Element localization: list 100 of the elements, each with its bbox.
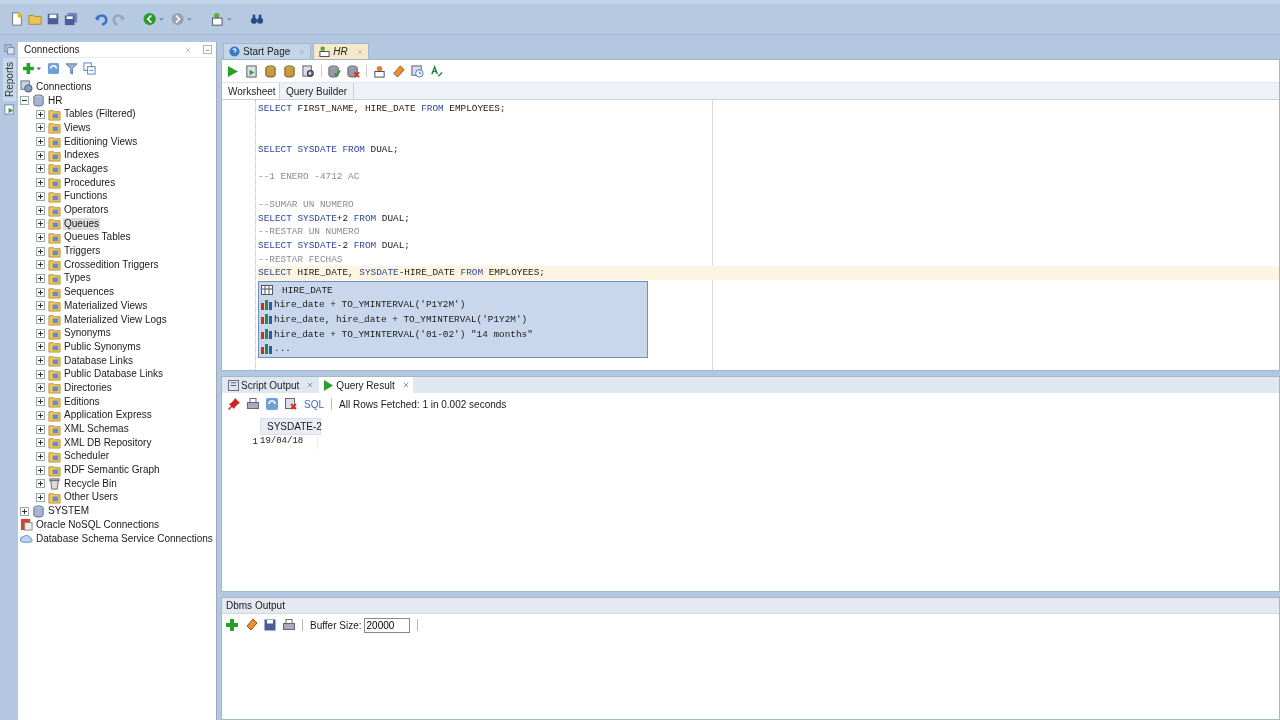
expand-toggle[interactable] bbox=[36, 150, 45, 160]
expand-toggle[interactable] bbox=[36, 356, 45, 366]
tree-item[interactable]: HR bbox=[47, 94, 64, 107]
tree-item[interactable]: Scheduler bbox=[63, 450, 111, 463]
cancel-icon[interactable] bbox=[285, 398, 297, 410]
back-icon[interactable] bbox=[142, 12, 166, 26]
add-icon[interactable] bbox=[22, 61, 42, 75]
explain-plan-icon[interactable] bbox=[302, 64, 315, 78]
completion-item[interactable]: hire_date + TO_YMINTERVAL('01-02') "14 months" bbox=[274, 327, 533, 341]
expand-toggle[interactable] bbox=[36, 191, 45, 201]
panel-icon[interactable] bbox=[3, 44, 15, 55]
reports-tab[interactable]: Reports bbox=[2, 58, 16, 101]
print-icon[interactable] bbox=[247, 398, 259, 410]
tree-item[interactable]: XML Schemas bbox=[63, 423, 130, 436]
eraser-icon[interactable] bbox=[392, 64, 405, 78]
expand-toggle[interactable] bbox=[36, 260, 45, 270]
expand-toggle[interactable] bbox=[36, 219, 45, 229]
tree-item[interactable]: Public Synonyms bbox=[63, 340, 142, 353]
tree-item[interactable]: Indexes bbox=[63, 149, 101, 162]
expand-toggle[interactable] bbox=[36, 232, 45, 242]
new-file-icon[interactable] bbox=[10, 12, 24, 26]
tree-item[interactable]: Editioning Views bbox=[63, 135, 139, 148]
tree-item[interactable]: Materialized View Logs bbox=[63, 313, 168, 326]
expand-toggle[interactable] bbox=[36, 383, 45, 393]
sql-button[interactable]: SQL bbox=[304, 398, 324, 410]
undo-icon[interactable] bbox=[94, 12, 108, 26]
expand-toggle[interactable] bbox=[36, 451, 45, 461]
tree-item[interactable]: Application Express bbox=[63, 409, 153, 422]
tree-item[interactable]: Other Users bbox=[63, 491, 119, 504]
expand-toggle[interactable] bbox=[36, 164, 45, 174]
editor-tab[interactable]: HR bbox=[313, 43, 369, 59]
format-icon[interactable] bbox=[430, 64, 443, 78]
database-icon[interactable] bbox=[283, 64, 296, 78]
binoculars-icon[interactable] bbox=[250, 12, 264, 26]
tree-item[interactable]: Queues bbox=[63, 217, 101, 230]
expand-toggle[interactable] bbox=[36, 465, 45, 475]
add-icon[interactable] bbox=[226, 619, 238, 631]
tree-item[interactable]: Public Database Links bbox=[63, 368, 164, 381]
expand-toggle[interactable] bbox=[36, 137, 45, 147]
collapse-icon[interactable] bbox=[83, 61, 96, 75]
tree-item[interactable]: RDF Semantic Graph bbox=[63, 464, 161, 477]
tree-item[interactable]: Sequences bbox=[63, 286, 116, 299]
tree-item[interactable]: Editions bbox=[63, 395, 101, 408]
tree-item[interactable]: Queues Tables bbox=[63, 231, 132, 244]
tree-item[interactable]: Oracle NoSQL Connections bbox=[35, 518, 161, 531]
tree-item[interactable]: Database Links bbox=[63, 354, 134, 367]
expand-toggle[interactable] bbox=[36, 342, 45, 352]
run-icon[interactable] bbox=[226, 64, 239, 78]
tree-item[interactable]: Triggers bbox=[63, 245, 102, 258]
expand-toggle[interactable] bbox=[36, 438, 45, 448]
expand-toggle[interactable] bbox=[36, 492, 45, 502]
commit-icon[interactable] bbox=[328, 64, 341, 78]
tree-item[interactable]: XML DB Repository bbox=[63, 436, 153, 449]
tree-item[interactable]: Connections bbox=[35, 80, 93, 93]
worksheet-tab[interactable]: Worksheet bbox=[222, 83, 280, 99]
expand-toggle[interactable] bbox=[36, 301, 45, 311]
save-icon[interactable] bbox=[264, 619, 276, 631]
database-icon[interactable] bbox=[264, 64, 277, 78]
expand-toggle[interactable] bbox=[36, 246, 45, 256]
completion-item[interactable]: ... bbox=[274, 342, 291, 356]
sql-worksheet-icon[interactable] bbox=[373, 64, 386, 78]
tree-item[interactable]: Procedures bbox=[63, 176, 117, 189]
rollback-icon[interactable] bbox=[347, 64, 360, 78]
eraser-icon[interactable] bbox=[245, 619, 257, 631]
close-icon[interactable] bbox=[402, 382, 409, 388]
history-icon[interactable] bbox=[411, 64, 424, 78]
filter-icon[interactable] bbox=[65, 61, 78, 75]
expand-toggle[interactable] bbox=[36, 369, 45, 379]
pin-icon[interactable] bbox=[228, 398, 240, 410]
print-icon[interactable] bbox=[283, 619, 295, 631]
expand-toggle[interactable] bbox=[36, 123, 45, 133]
tree-item[interactable]: Packages bbox=[63, 162, 109, 175]
completion-item[interactable]: HIRE_DATE bbox=[282, 283, 333, 297]
table-cell[interactable]: 19/04/18 bbox=[260, 434, 318, 449]
tree-item[interactable]: Database Schema Service Connections bbox=[35, 532, 214, 545]
tree-item[interactable]: Views bbox=[63, 121, 92, 134]
tree-item[interactable]: Tables (Filtered) bbox=[63, 108, 137, 121]
expand-toggle[interactable] bbox=[20, 96, 29, 106]
report-icon[interactable] bbox=[3, 104, 15, 115]
tree-item[interactable]: Crossedition Triggers bbox=[63, 258, 160, 271]
minimize-icon[interactable] bbox=[203, 45, 212, 54]
expand-toggle[interactable] bbox=[36, 109, 45, 119]
save-icon[interactable] bbox=[46, 12, 60, 26]
completion-item[interactable]: hire_date, hire_date + TO_YMINTERVAL('P1Y2M') bbox=[274, 313, 528, 326]
expand-toggle[interactable] bbox=[36, 287, 45, 297]
expand-toggle[interactable] bbox=[36, 424, 45, 434]
expand-toggle[interactable] bbox=[36, 205, 45, 215]
expand-toggle[interactable] bbox=[36, 410, 45, 420]
expand-toggle[interactable] bbox=[36, 397, 45, 407]
tree-item[interactable]: Directories bbox=[63, 381, 113, 394]
expand-toggle[interactable] bbox=[20, 506, 29, 516]
expand-toggle[interactable] bbox=[36, 315, 45, 325]
refresh-icon[interactable] bbox=[47, 61, 60, 75]
tree-item[interactable]: Operators bbox=[63, 204, 110, 217]
sql-worksheet-icon[interactable] bbox=[210, 12, 234, 26]
tree-item[interactable]: Recycle Bin bbox=[63, 477, 118, 490]
editor-tab[interactable]: Start Page bbox=[223, 43, 312, 59]
tree-item[interactable]: SYSTEM bbox=[47, 505, 91, 518]
tree-item[interactable]: Synonyms bbox=[63, 327, 112, 340]
expand-toggle[interactable] bbox=[36, 479, 45, 489]
